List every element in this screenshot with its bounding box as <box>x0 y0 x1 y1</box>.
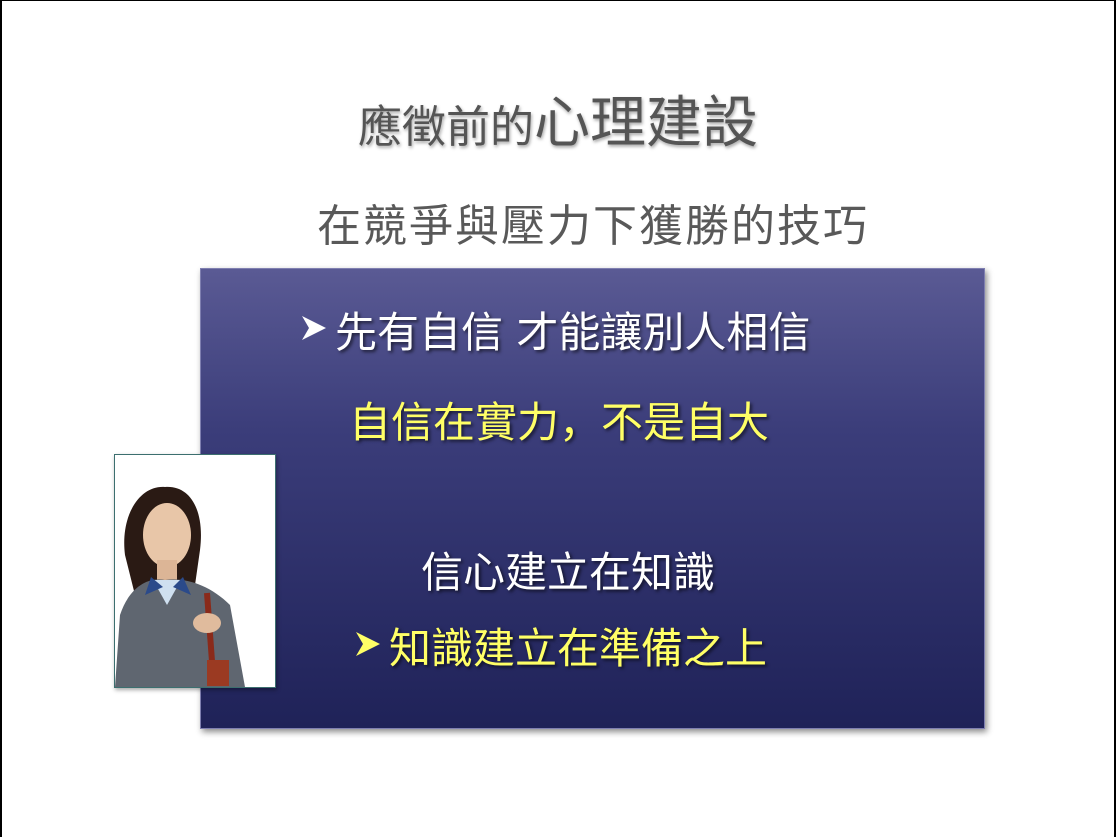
content-panel: 先有自信 才能讓別人相信 自信在實力，不是自大 信心建立在知識 知識建立在準備之… <box>200 268 985 729</box>
arrow-bullet-icon <box>356 632 380 656</box>
slide-title: 應徵前的心理建設 <box>0 78 1116 159</box>
panel-line-3: 信心建立在知識 <box>421 548 716 597</box>
panel-line-4: 知識建立在準備之上 <box>353 615 767 676</box>
panel-line-1: 先有自信 才能讓別人相信 <box>299 299 810 360</box>
panel-line-4-text: 知識建立在準備之上 <box>389 624 768 673</box>
businesswoman-illustration <box>115 455 275 687</box>
presentation-slide: 應徵前的心理建設 在競爭與壓力下獲勝的技巧 先有自信 才能讓別人相信 自信在實力… <box>0 0 1116 837</box>
slide-subtitle: 在競爭與壓力下獲勝的技巧 <box>317 201 869 252</box>
businesswoman-photo <box>114 454 276 688</box>
panel-line-2: 自信在實力，不是自大 <box>349 398 770 447</box>
panel-line-1-text: 先有自信 才能讓別人相信 <box>335 308 811 357</box>
frame-top-border <box>0 0 1116 1</box>
arrow-bullet-icon <box>302 316 326 340</box>
slide-title-part1: 應徵前的 <box>358 102 534 153</box>
slide-title-part2: 心理建設 <box>534 91 758 156</box>
